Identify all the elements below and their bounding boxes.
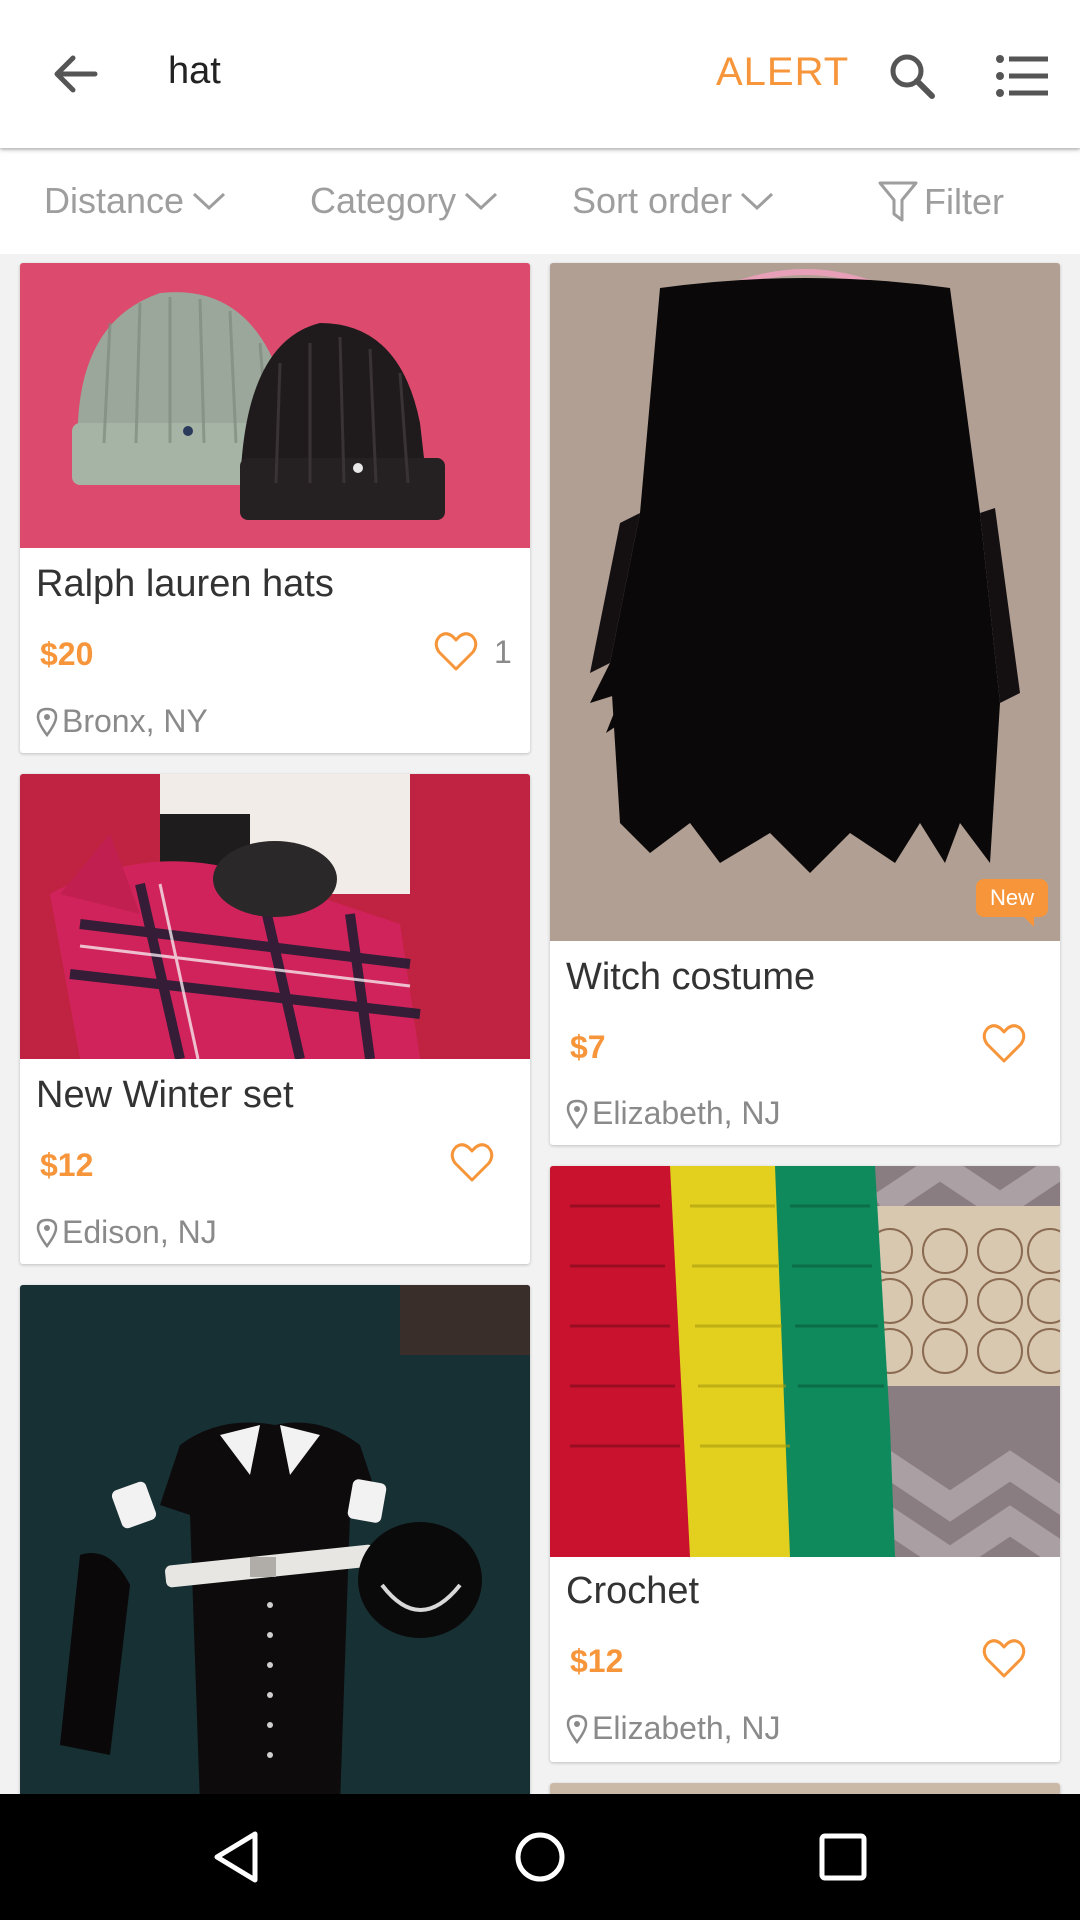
heart-icon	[982, 1024, 1026, 1063]
listing-photo-dress-with-hat	[20, 1285, 530, 1805]
listing-location: Edison, NJ	[36, 1214, 217, 1251]
location-pin-icon	[36, 707, 58, 737]
top-app-bar: hat ALERT	[0, 0, 1080, 148]
distance-dropdown[interactable]: Distance	[44, 180, 226, 222]
arrow-left-icon	[54, 55, 98, 93]
location-pin-icon	[36, 1218, 58, 1248]
system-navigation-bar	[0, 1794, 1080, 1920]
chevron-down-icon	[193, 192, 226, 211]
listing-card[interactable]: New Winter set $12 Edison, NJ	[20, 774, 530, 1264]
listing-photo-crochet	[550, 1166, 1060, 1557]
back-button[interactable]	[40, 42, 110, 106]
listing-photo-winter-set	[20, 774, 530, 1059]
nav-recents-icon	[819, 1833, 867, 1881]
list-view-icon	[996, 55, 1048, 97]
listing-price: $20	[40, 636, 94, 672]
favorite-count: 1	[494, 633, 512, 670]
chevron-down-icon	[741, 192, 774, 211]
heart-icon	[434, 632, 478, 671]
category-dropdown[interactable]: Category	[310, 180, 498, 222]
chevron-down-icon	[465, 192, 498, 211]
search-button[interactable]	[880, 44, 944, 108]
nav-recents-button[interactable]	[803, 1824, 883, 1890]
listing-price: $12	[570, 1643, 624, 1679]
listing-card[interactable]	[20, 1285, 530, 1805]
nav-back-icon	[214, 1831, 258, 1883]
favorite-button[interactable]: 1	[434, 631, 512, 673]
search-query[interactable]: hat	[168, 50, 221, 93]
funnel-icon	[878, 181, 918, 222]
search-icon	[890, 54, 935, 99]
listing-card[interactable]: Ralph lauren hats $20 1 Bronx, NY	[20, 263, 530, 753]
sort-order-label: Sort order	[572, 180, 733, 221]
listing-location: Elizabeth, NJ	[566, 1710, 781, 1747]
location-text: Bronx, NY	[62, 703, 208, 739]
location-text: Edison, NJ	[62, 1214, 217, 1250]
alert-button[interactable]: ALERT	[716, 50, 849, 95]
listing-photo-witch-costume	[550, 263, 1060, 941]
category-label: Category	[310, 180, 457, 221]
favorite-button[interactable]	[982, 1023, 1026, 1065]
listing-price: $7	[570, 1029, 606, 1065]
listing-title: New Winter set	[36, 1074, 294, 1116]
listing-card[interactable]: Crochet $12 Elizabeth, NJ	[550, 1166, 1060, 1762]
filter-label: Filter	[924, 181, 1004, 222]
heart-icon	[450, 1143, 494, 1182]
sort-order-dropdown[interactable]: Sort order	[572, 180, 774, 222]
favorite-button[interactable]	[450, 1142, 494, 1184]
listing-title: Witch costume	[566, 956, 816, 998]
listing-title: Crochet	[566, 1570, 700, 1612]
nav-home-icon	[515, 1832, 565, 1882]
listing-card[interactable]: New Witch costume $7 Elizabeth, NJ	[550, 263, 1060, 1145]
favorite-button[interactable]	[982, 1638, 1026, 1680]
heart-icon	[982, 1639, 1026, 1678]
listing-title: Ralph lauren hats	[36, 563, 334, 605]
listing-price: $12	[40, 1147, 94, 1183]
listing-location: Bronx, NY	[36, 703, 208, 740]
location-text: Elizabeth, NJ	[592, 1095, 781, 1131]
new-badge: New	[975, 879, 1048, 927]
app-screen: hat ALERT Distance Category Sort order F…	[0, 0, 1080, 1920]
location-text: Elizabeth, NJ	[592, 1710, 781, 1746]
location-pin-icon	[566, 1099, 588, 1129]
distance-label: Distance	[44, 180, 185, 221]
listing-photo-hats	[20, 263, 530, 548]
list-view-button[interactable]	[990, 46, 1054, 106]
filter-button[interactable]: Filter	[878, 180, 1004, 224]
location-pin-icon	[566, 1714, 588, 1744]
filter-bar: Distance Category Sort order Filter	[0, 150, 1080, 254]
nav-home-button[interactable]	[500, 1824, 580, 1890]
listing-location: Elizabeth, NJ	[566, 1095, 781, 1132]
nav-back-button[interactable]	[196, 1824, 276, 1890]
